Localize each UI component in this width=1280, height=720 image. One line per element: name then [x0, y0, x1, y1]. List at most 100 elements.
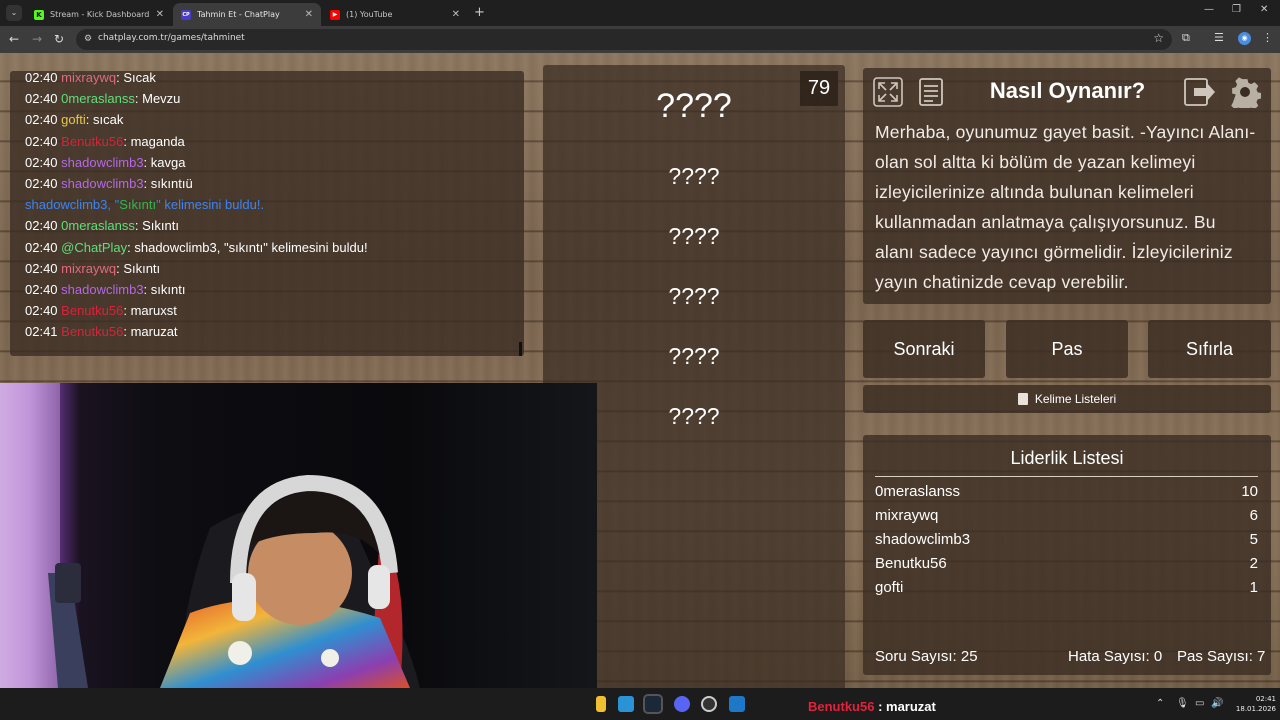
tab-youtube[interactable]: ▶ (1) YouTube ✕	[322, 3, 468, 26]
streamer-webcam-image	[0, 383, 420, 688]
error-count: Hata Sayısı: 0	[1068, 648, 1163, 665]
notes-icon[interactable]	[914, 75, 948, 109]
chat-timestamp: 02:40	[25, 281, 58, 297]
forbidden-word: ????	[668, 283, 720, 309]
file-explorer-icon[interactable]	[596, 696, 606, 712]
url-bar[interactable]: ⚙ chatplay.com.tr/games/tahminet ☆	[76, 29, 1172, 50]
chat-text: Sıcak	[123, 70, 156, 85]
word-lists-button[interactable]: Kelime Listeleri	[863, 385, 1271, 413]
player-score: 1	[1249, 579, 1258, 596]
chat-text: Sıkıntı	[142, 218, 179, 234]
chat-text: sıkıntıü	[150, 175, 193, 191]
new-tab-icon[interactable]: +	[474, 5, 485, 20]
chat-text: Mevzu	[142, 91, 181, 107]
chat-username[interactable]: Benutku56	[61, 303, 123, 318]
found-word: Sıkıntı	[119, 197, 157, 213]
word-lists-label: Kelime Listeleri	[1034, 392, 1117, 406]
player-name: mixraywq	[875, 507, 939, 524]
chat-username[interactable]: shadowclimb3,	[25, 197, 111, 212]
chat-timestamp: 02:41	[25, 324, 58, 340]
close-icon[interactable]: ✕	[452, 9, 460, 20]
chat-username[interactable]: 0meraslanss	[61, 218, 135, 233]
restore-icon[interactable]: ❐	[1232, 4, 1241, 15]
site-info-icon[interactable]: ⚙	[84, 34, 92, 44]
chat-message: shadowclimb3, "Sıkıntı" kelimesini buldu…	[25, 194, 525, 215]
chat-username[interactable]: 0meraslanss	[61, 91, 135, 106]
volume-icon[interactable]: 🔊	[1211, 698, 1223, 709]
chat-message: 02:41 Benutku56: maruzat	[25, 324, 178, 340]
chat-text: kavga	[150, 154, 186, 170]
chat-message: 02:40 shadowclimb3: sıkıntıü	[25, 175, 193, 191]
tray-chevron-icon[interactable]: ⌃	[1156, 698, 1164, 709]
chat-timestamp: 02:40	[25, 239, 58, 255]
kick-icon: K	[34, 9, 44, 20]
telegram-icon[interactable]	[618, 696, 634, 712]
player-name: 0meraslanss	[875, 483, 961, 500]
windows-taskbar: Benutku56 : maruzat ⌃ 🎙 ▭ 🔊 02:41 18.01.…	[0, 688, 1280, 720]
reload-icon[interactable]: ↻	[54, 32, 64, 46]
chat-username[interactable]: shadowclimb3	[61, 282, 143, 297]
chat-text: maganda	[130, 133, 185, 149]
chat-username[interactable]: Benutku56	[61, 134, 123, 149]
chat-username[interactable]: gofti	[61, 112, 86, 127]
bookmark-star-icon[interactable]: ☆	[1153, 31, 1164, 45]
forward-icon[interactable]: →	[32, 32, 42, 46]
question-count: Soru Sayısı: 25	[875, 648, 978, 665]
player-name: gofti	[875, 579, 904, 596]
steam-icon[interactable]	[643, 694, 663, 714]
discord-icon[interactable]	[674, 696, 690, 712]
player-score: 5	[1249, 531, 1258, 548]
exit-icon[interactable]	[1183, 75, 1217, 109]
store-icon[interactable]	[729, 696, 745, 712]
chat-text: maruzat	[130, 324, 178, 340]
window-close-icon[interactable]: ✕	[1260, 4, 1268, 15]
tab-search-icon[interactable]: ⌄	[6, 5, 22, 21]
microphone-icon[interactable]: 🎙	[1176, 698, 1189, 709]
menu-icon[interactable]: ⋮	[1262, 31, 1273, 44]
media-icon[interactable]: ☰	[1214, 31, 1224, 44]
clock-time: 02:41	[1255, 695, 1276, 703]
tab-chatplay[interactable]: CP Tahmin Et - ChatPlay ✕	[173, 3, 321, 26]
app-icon[interactable]	[701, 696, 717, 712]
tab-title: (1) YouTube	[346, 10, 393, 19]
network-icon[interactable]: ▭	[1195, 698, 1204, 709]
next-button[interactable]: Sonraki	[863, 320, 985, 378]
chat-username[interactable]: mixraywq	[61, 70, 116, 85]
chat-message: 02:40 Benutku56: maruxst	[25, 303, 177, 319]
notebook-icon	[1017, 393, 1028, 405]
main-word: ????	[656, 87, 732, 125]
chat-timestamp: 02:40	[25, 218, 58, 234]
tab-kick-dashboard[interactable]: K Stream - Kick Dashboard ✕	[26, 3, 172, 26]
fullscreen-icon[interactable]	[871, 75, 905, 109]
back-icon[interactable]: ←	[9, 32, 19, 46]
tab-strip: ⌄ K Stream - Kick Dashboard ✕ CP Tahmin …	[0, 0, 1280, 26]
settings-gear-icon[interactable]	[1228, 75, 1262, 109]
chat-scrollbar[interactable]	[519, 342, 522, 356]
reset-button[interactable]: Sıfırla	[1148, 320, 1271, 378]
chat-text: Sıkıntı	[123, 260, 161, 276]
chat-username[interactable]: shadowclimb3	[61, 155, 143, 170]
minimize-icon[interactable]: —	[1204, 4, 1214, 15]
help-title: Nasıl Oynanır?	[989, 78, 1146, 103]
extensions-icon[interactable]: ⧉	[1182, 31, 1190, 45]
chat-text: "Sıkıntı" kelimesini buldu!.	[114, 197, 265, 213]
webcam-overlay	[0, 383, 597, 688]
close-icon[interactable]: ✕	[305, 9, 313, 20]
forbidden-word: ????	[668, 223, 720, 249]
close-icon[interactable]: ✕	[156, 9, 164, 20]
chat-message: 02:40 @ChatPlay: shadowclimb3, "sıkıntı"…	[25, 239, 368, 255]
chat-username[interactable]: shadowclimb3	[61, 176, 143, 191]
profile-avatar[interactable]: ◉	[1238, 32, 1251, 45]
chat-username[interactable]: mixraywq	[61, 261, 116, 276]
chat-username[interactable]: @ChatPlay	[61, 240, 127, 255]
chat-username[interactable]: Benutku56	[61, 324, 123, 339]
url-text[interactable]: chatplay.com.tr/games/tahminet	[98, 33, 245, 43]
leaderboard-title: Liderlik Listesi	[1010, 448, 1124, 468]
player-name: shadowclimb3	[875, 531, 971, 548]
chat-message: 02:40 0meraslanss: Sıkıntı	[25, 218, 179, 234]
pass-button[interactable]: Pas	[1006, 320, 1128, 378]
tab-title: Tahmin Et - ChatPlay	[197, 10, 280, 19]
forbidden-word: ????	[668, 163, 720, 189]
system-clock[interactable]: 02:41 18.01.2026	[1228, 694, 1276, 714]
forbidden-word: ????	[668, 343, 720, 369]
